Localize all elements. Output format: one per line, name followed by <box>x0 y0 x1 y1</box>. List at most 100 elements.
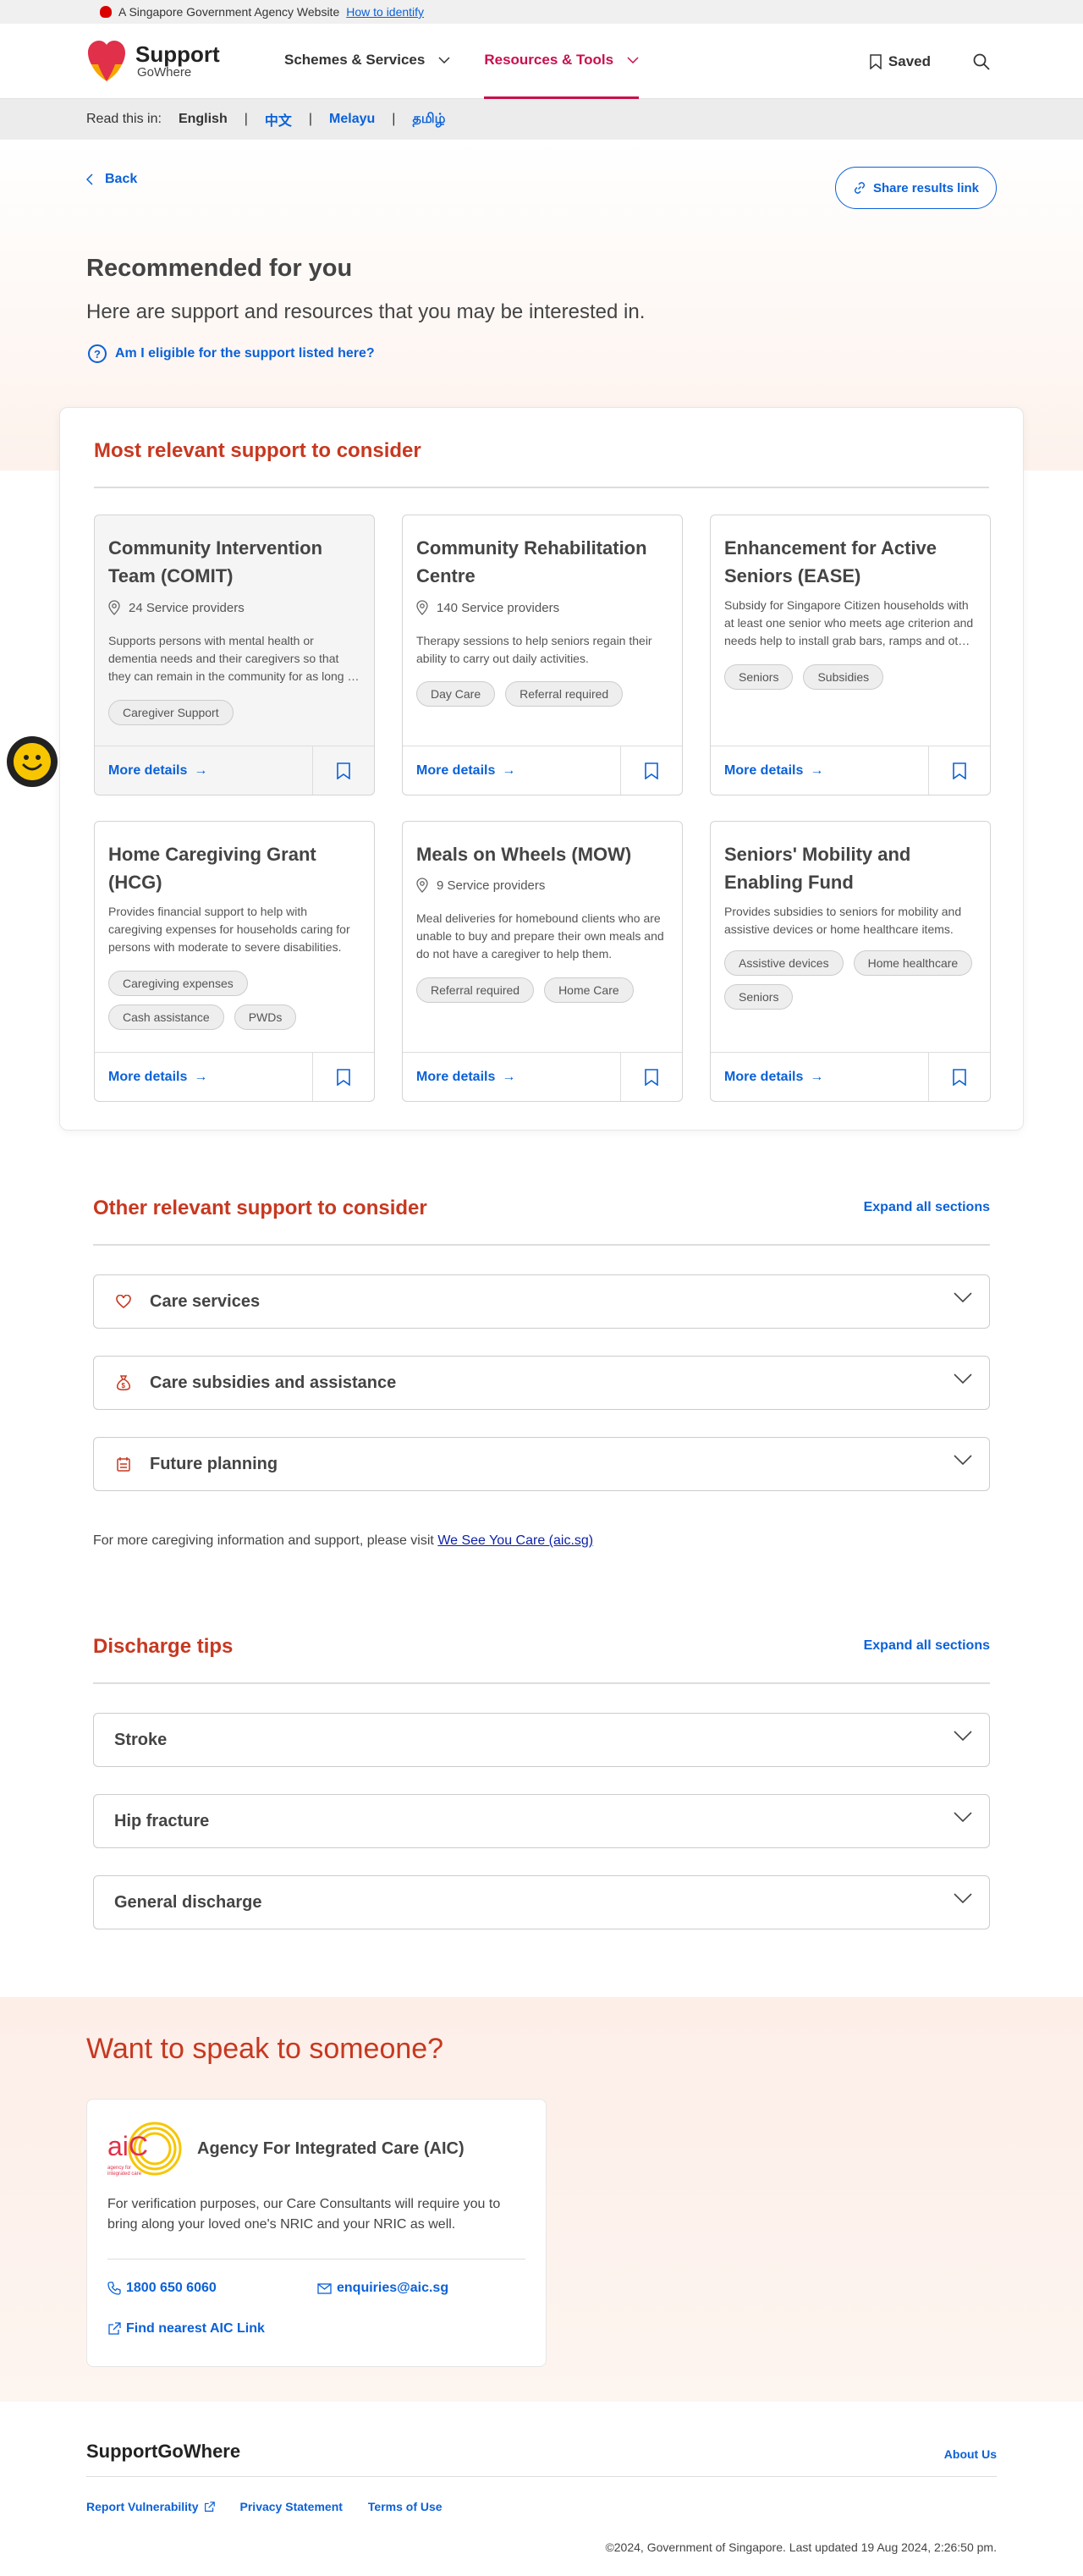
bookmark-button[interactable] <box>928 1053 990 1101</box>
feedback-widget[interactable] <box>7 736 58 787</box>
support-card-smf[interactable]: Seniors' Mobility and Enabling Fund Prov… <box>710 821 991 1102</box>
aic-contact-card: aiC agency for integrated care Agency Fo… <box>86 2099 547 2367</box>
card-tag: PWDs <box>234 1005 297 1030</box>
saved-button[interactable]: Saved <box>870 53 931 70</box>
aic-logo: aiC agency for integrated care <box>107 2122 182 2177</box>
accordion-general-discharge[interactable]: General discharge <box>93 1875 990 1929</box>
bookmark-button[interactable] <box>312 746 374 795</box>
card-description: Therapy sessions to help seniors regain … <box>416 634 652 665</box>
card-tag: Subsidies <box>803 664 884 690</box>
expand-all-button[interactable]: Expand all sections <box>864 1200 990 1215</box>
arrow-right-icon: → <box>194 1069 208 1084</box>
support-card-hcg[interactable]: Home Caregiving Grant (HCG) Provides fin… <box>94 821 375 1102</box>
lang-malay[interactable]: Melayu <box>329 112 375 127</box>
bookmark-button[interactable] <box>928 746 990 795</box>
card-providers: 24 Service providers <box>108 600 245 615</box>
share-label: Share results link <box>872 180 979 195</box>
heart-logo-icon <box>88 41 125 81</box>
more-details-link[interactable]: More details → <box>403 1053 620 1101</box>
expand-all-button[interactable]: Expand all sections <box>864 1638 990 1654</box>
visit-text: For more caregiving information and supp… <box>93 1533 593 1549</box>
site-logo[interactable]: Support GoWhere <box>86 39 220 83</box>
singapore-lion-icon <box>100 6 112 18</box>
back-link[interactable]: Back <box>86 172 137 187</box>
card-tag: Referral required <box>505 681 624 707</box>
bookmark-button[interactable] <box>312 1053 374 1101</box>
lang-chinese[interactable]: 中文 <box>265 109 292 129</box>
svg-text:integrated care: integrated care <box>107 2171 142 2177</box>
support-card-comit[interactable]: Community Intervention Team (COMIT) 24 S… <box>94 515 375 795</box>
share-results-button[interactable]: Share results link <box>834 167 997 209</box>
svg-text:aiC: aiC <box>107 2131 148 2161</box>
calendar-icon <box>114 1456 133 1472</box>
most-relevant-title: Most relevant support to consider <box>94 439 421 462</box>
card-tag: Cash assistance <box>108 1005 224 1030</box>
terms-of-use-link[interactable]: Terms of Use <box>368 2500 443 2513</box>
bookmark-icon <box>953 762 966 779</box>
lang-tamil[interactable]: தமிழ் <box>412 111 445 128</box>
back-label: Back <box>105 172 138 186</box>
search-icon[interactable] <box>973 53 990 70</box>
saved-label: Saved <box>888 52 931 69</box>
card-providers-count: 24 Service providers <box>129 600 245 615</box>
location-pin-icon <box>416 878 428 893</box>
eligibility-link[interactable]: ? Am I eligible for the support listed h… <box>88 344 375 363</box>
card-providers: 9 Service providers <box>416 878 545 893</box>
accordion-care-services[interactable]: Care services <box>93 1274 990 1329</box>
more-details-link[interactable]: More details → <box>95 1053 312 1101</box>
chevron-down-icon <box>627 57 639 63</box>
chevron-down-icon <box>954 1812 972 1822</box>
more-details-label: More details <box>724 762 804 778</box>
more-details-link[interactable]: More details → <box>711 746 928 795</box>
main-nav: Schemes & Services Resources & Tools <box>284 24 673 99</box>
accordion-care-subsidies[interactable]: $ Care subsidies and assistance <box>93 1356 990 1410</box>
footer-brand: SupportGoWhere <box>86 2441 241 2462</box>
accordion-hip-fracture[interactable]: Hip fracture <box>93 1794 990 1848</box>
aic-phone: 1800 650 6060 <box>126 2281 217 2295</box>
about-us-link[interactable]: About Us <box>944 2447 997 2461</box>
privacy-statement-link[interactable]: Privacy Statement <box>240 2500 343 2513</box>
support-card-community-rehab[interactable]: Community Rehabilitation Centre 140 Serv… <box>402 515 683 795</box>
how-to-identify-link[interactable]: How to identify <box>346 5 424 19</box>
more-details-link[interactable]: More details → <box>711 1053 928 1101</box>
chevron-down-icon <box>954 1292 972 1302</box>
lang-english[interactable]: English <box>179 112 228 127</box>
support-card-ease[interactable]: Enhancement for Active Seniors (EASE) Su… <box>710 515 991 795</box>
aic-email-link[interactable]: enquiries@aic.sg <box>317 2281 448 2296</box>
heart-icon <box>114 1295 133 1308</box>
location-pin-icon <box>108 600 120 615</box>
find-aic-link[interactable]: Find nearest AIC Link <box>107 2321 265 2337</box>
report-vulnerability-link[interactable]: Report Vulnerability <box>86 2500 215 2513</box>
more-details-link[interactable]: More details → <box>95 746 312 795</box>
nav-schemes-services[interactable]: Schemes & Services <box>284 24 450 99</box>
we-see-you-care-link[interactable]: We See You Care (aic.sg) <box>437 1533 593 1548</box>
accordion-future-planning[interactable]: Future planning <box>93 1437 990 1491</box>
accordion-label: Care services <box>150 1291 261 1311</box>
support-card-mow[interactable]: Meals on Wheels (MOW) 9 Service provider… <box>402 821 683 1102</box>
accordion-label: Care subsidies and assistance <box>150 1373 397 1392</box>
language-bar: Read this in: English | 中文 | Melayu | தம… <box>0 99 1083 140</box>
bookmark-icon <box>645 1068 658 1086</box>
speak-section: Want to speak to someone? aiC agency for… <box>0 1997 1083 2402</box>
find-aic-label: Find nearest AIC Link <box>126 2321 265 2336</box>
question-circle-icon: ? <box>88 344 107 363</box>
site-footer: SupportGoWhere About Us Report Vulnerabi… <box>0 2402 1083 2576</box>
arrow-right-icon: → <box>810 1069 824 1084</box>
accordion-label: General discharge <box>114 1892 262 1912</box>
card-tag: Caregiving expenses <box>108 971 248 996</box>
more-details-link[interactable]: More details → <box>403 746 620 795</box>
card-tag: Caregiver Support <box>108 700 234 725</box>
mail-icon <box>317 2282 332 2294</box>
accordion-stroke[interactable]: Stroke <box>93 1713 990 1767</box>
arrow-right-icon: → <box>810 762 824 778</box>
aic-phone-link[interactable]: 1800 650 6060 <box>107 2281 217 2296</box>
bookmark-button[interactable] <box>620 746 682 795</box>
bookmark-button[interactable] <box>620 1053 682 1101</box>
location-pin-icon <box>416 600 428 615</box>
arrow-right-icon: → <box>502 762 516 778</box>
more-details-label: More details <box>724 1069 804 1084</box>
chevron-down-icon <box>954 1455 972 1465</box>
other-relevant-section: Other relevant support to consider Expan… <box>93 1197 990 1493</box>
nav-resources-tools[interactable]: Resources & Tools <box>484 24 640 99</box>
aic-email: enquiries@aic.sg <box>337 2281 449 2295</box>
